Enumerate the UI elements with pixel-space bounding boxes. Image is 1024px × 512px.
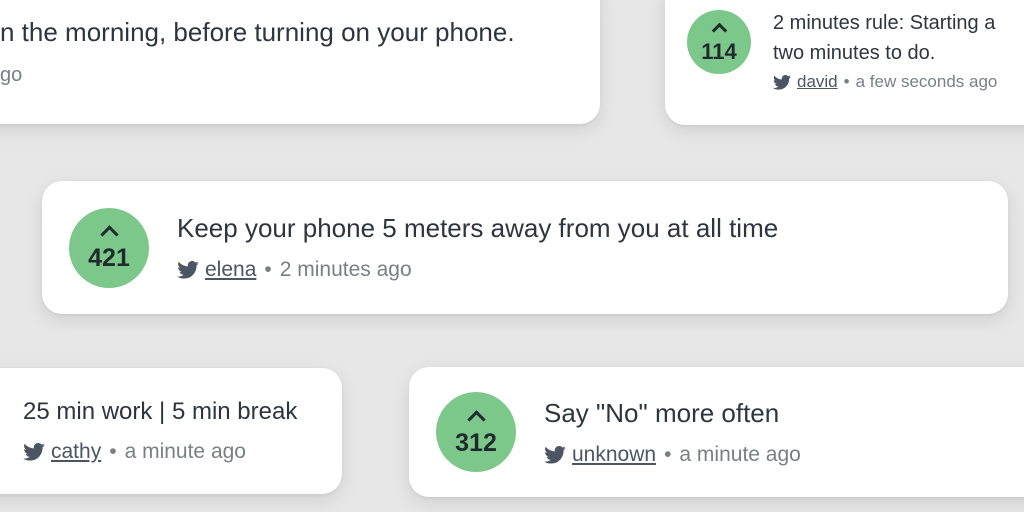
tip-text: 25 min work | 5 min break	[23, 398, 298, 425]
vote-count: 114	[701, 39, 737, 64]
upvote-button[interactable]: 114	[687, 10, 751, 74]
tip-meta: unknown • a minute ago	[544, 443, 801, 467]
tip-text: Say "No" more often	[544, 397, 780, 428]
twitter-bird-icon	[544, 445, 566, 464]
tip-time: go	[0, 64, 23, 86]
separator: •	[843, 72, 850, 91]
tip-time: 2 minutes ago	[279, 258, 412, 281]
chevron-up-icon	[466, 409, 486, 429]
tip-meta: david • a few seconds ago	[773, 72, 997, 92]
separator: •	[664, 442, 672, 466]
separator: •	[264, 258, 272, 281]
tip-card: 312 Say "No" more often unknown • a minu…	[409, 367, 1024, 497]
tip-body: Say "No" more often unknown • a minute a…	[544, 398, 801, 467]
tip-text: n the morning, before turning on your ph…	[0, 17, 515, 47]
tip-meta: cathy • a minute ago	[23, 440, 297, 464]
tip-body: n the morning, before turning on your ph…	[0, 17, 515, 87]
tip-meta: go	[0, 64, 515, 87]
tip-text-line-2: two minutes to do.	[773, 42, 936, 64]
tip-card: n the morning, before turning on your ph…	[0, 0, 600, 124]
tips-board: n the morning, before turning on your ph…	[0, 0, 1024, 512]
twitter-bird-icon	[23, 443, 45, 461]
tip-body: 25 min work | 5 min break cathy • a minu…	[23, 398, 297, 464]
vote-count: 312	[455, 428, 497, 457]
tip-time: a minute ago	[124, 440, 246, 463]
twitter-bird-icon	[773, 74, 791, 90]
separator: •	[109, 440, 117, 463]
tip-body: 2 minutes rule: Starting a two minutes t…	[773, 8, 997, 92]
user-link[interactable]: david	[797, 72, 838, 92]
tip-meta: elena • 2 minutes ago	[177, 258, 778, 282]
upvote-button[interactable]: 312	[436, 392, 516, 472]
tip-time: a minute ago	[679, 442, 801, 466]
user-link[interactable]: cathy	[51, 440, 101, 464]
chevron-up-icon	[99, 225, 119, 244]
tip-text: Keep your phone 5 meters away from you a…	[177, 213, 779, 243]
twitter-bird-icon	[177, 261, 199, 279]
tip-card: 114 2 minutes rule: Starting a two minut…	[665, 0, 1024, 125]
user-link[interactable]: unknown	[572, 443, 656, 467]
tip-text-line-1: 2 minutes rule: Starting a	[773, 12, 996, 34]
vote-count: 421	[88, 244, 130, 272]
tip-card: 421 Keep your phone 5 meters away from y…	[42, 181, 1008, 314]
user-link[interactable]: elena	[205, 258, 256, 282]
tip-body: Keep your phone 5 meters away from you a…	[177, 213, 778, 282]
tip-time: a few seconds ago	[855, 72, 998, 91]
tip-card: 25 min work | 5 min break cathy • a minu…	[0, 368, 342, 494]
chevron-up-icon	[711, 22, 727, 39]
upvote-button[interactable]: 421	[69, 207, 149, 288]
